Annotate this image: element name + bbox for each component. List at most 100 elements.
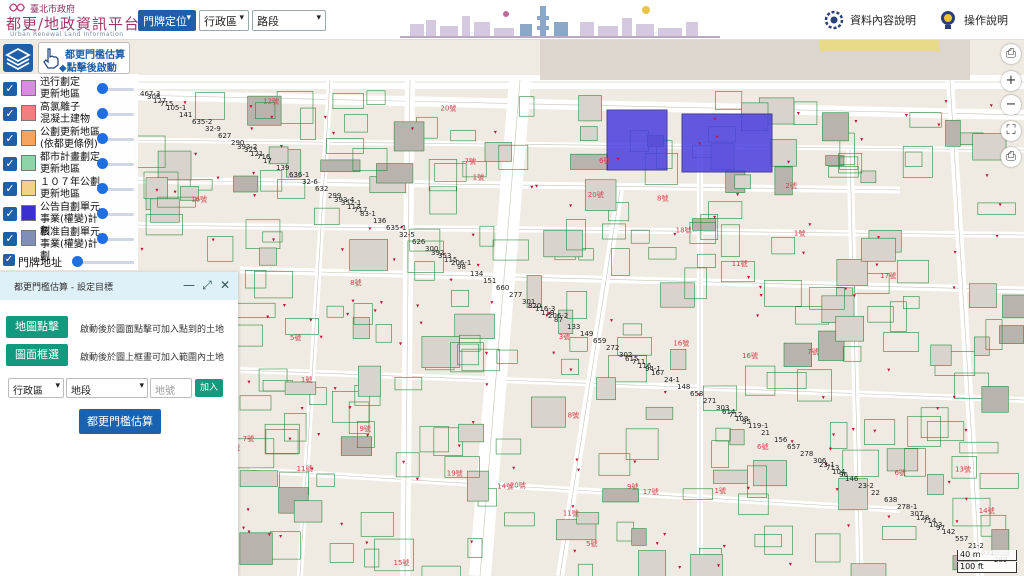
legend-opacity-handle[interactable] xyxy=(97,158,108,169)
road-select[interactable]: 路段 ▾ xyxy=(252,10,326,31)
parcel xyxy=(860,170,877,184)
parcel-label: 657 xyxy=(787,443,800,451)
door-opacity-handle[interactable] xyxy=(72,256,83,267)
house-number-label: 16號 xyxy=(742,351,758,360)
highlight-block xyxy=(681,113,773,173)
parcel xyxy=(596,377,616,401)
legend-checkbox[interactable]: ✓ xyxy=(3,207,17,221)
house-number-label: 16號 xyxy=(191,194,207,203)
print-icon[interactable]: ⎙ xyxy=(1001,44,1021,64)
parcel xyxy=(578,95,602,122)
legend-opacity-handle[interactable] xyxy=(97,108,108,119)
dialog-titlebar[interactable]: 都更門檻估算 - 設定目標 — ⤢ ✕ xyxy=(0,272,238,300)
parcel-label: 557 xyxy=(955,535,968,543)
legend-label: 高氯離子 混凝土建物 xyxy=(40,102,90,125)
layers-toggle-button[interactable] xyxy=(3,44,33,72)
parcel-label: 22 xyxy=(871,489,880,497)
map-click-button[interactable]: 地圖點擊 xyxy=(6,316,68,338)
legend-row[interactable]: ✓ 迅行劃定 更新地區 xyxy=(0,76,138,102)
parcel-label: 272 xyxy=(606,344,619,352)
legend-row[interactable]: ✓ 公劃更新地區 (依都更條例) xyxy=(0,126,138,152)
layer-legend: ✓ 迅行劃定 更新地區 ✓ 高氯離子 混凝土建物 ✓ 公劃更新地區 (依都更條例) ✓ 都市計畫劃定… xyxy=(0,74,138,270)
legend-opacity-handle[interactable] xyxy=(97,208,108,219)
scale-imperial: 100 ft xyxy=(957,562,1017,573)
threshold-estimate-trigger[interactable]: 都更門檻估算 ◆點擊後啟動 xyxy=(38,42,130,74)
parcel xyxy=(530,396,566,428)
door-opacity-track[interactable] xyxy=(74,261,134,264)
maximize-icon[interactable]: ⤢ xyxy=(201,279,213,291)
house-number-label: 6號 xyxy=(757,442,768,451)
house-number-label: 6號 xyxy=(599,156,610,165)
trigger-line2: ◆點擊後啟動 xyxy=(59,63,117,74)
house-number-label: 20號 xyxy=(588,190,604,199)
fullscreen-icon[interactable]: ⛶ xyxy=(1001,121,1021,141)
house-number-label: 16號 xyxy=(673,338,689,347)
highlight-block xyxy=(606,109,668,171)
district-select[interactable]: 行政區 ▾ xyxy=(199,10,249,31)
scale-bar: 40 m 100 ft xyxy=(957,550,1017,573)
legend-checkbox[interactable]: ✓ xyxy=(3,157,17,171)
legend-row[interactable]: ✓ 都市計畫劃定 更新地區 xyxy=(0,151,138,177)
parcel xyxy=(376,163,414,184)
legend-opacity-handle[interactable] xyxy=(97,233,108,244)
dialog-district-select[interactable]: 行政區 ▾ xyxy=(8,378,64,398)
legend-row[interactable]: ✓ １０７年公劃 更新地區 xyxy=(0,176,138,202)
house-number-label: 13號 xyxy=(955,465,971,474)
parcel xyxy=(945,119,961,147)
print-map-icon[interactable]: ⎙ xyxy=(1001,147,1021,167)
door-locate-select[interactable]: 門牌定位 ▾ xyxy=(138,10,196,31)
legend-opacity-handle[interactable] xyxy=(97,133,108,144)
house-number-label: 11號 xyxy=(563,508,579,517)
legend-checkbox[interactable]: ✓ xyxy=(3,132,17,146)
parcel-label: 141 xyxy=(179,111,192,119)
help-bulb-icon xyxy=(941,11,955,29)
parcel xyxy=(421,336,460,369)
house-number-label: 20號 xyxy=(510,481,526,490)
parcel-label: 307 xyxy=(910,510,923,518)
parcel-label: 277 xyxy=(509,291,522,299)
chevron-down-icon: ▾ xyxy=(139,381,144,391)
box-select-button[interactable]: 圖面框選 xyxy=(6,344,68,366)
dialog-section-select[interactable]: 地段 ▾ xyxy=(66,378,148,398)
data-info-link[interactable]: 資料內容說明 xyxy=(824,9,916,31)
house-number-label: 1號 xyxy=(794,229,805,238)
legend-row[interactable]: ✓ 高氯離子 混凝土建物 xyxy=(0,101,138,127)
parcel xyxy=(835,315,864,342)
door-address-layer-row[interactable]: ✓ 門牌地址 xyxy=(0,252,138,270)
parcel xyxy=(660,282,695,308)
legend-checkbox[interactable]: ✓ xyxy=(3,107,17,121)
add-parcel-button[interactable]: 加入 xyxy=(195,379,223,397)
parcel-label: 717 xyxy=(354,206,367,214)
parcel xyxy=(927,474,944,495)
parcel-label: 151 xyxy=(483,277,496,285)
house-number-label: 12號 xyxy=(263,96,279,105)
house-number-label: 1號 xyxy=(715,486,726,495)
parcel-label: 290 xyxy=(231,139,244,147)
parcel xyxy=(631,528,647,546)
legend-checkbox[interactable]: ✓ xyxy=(3,232,17,246)
minimize-icon[interactable]: — xyxy=(183,279,195,291)
legend-row[interactable]: ✓ 公告自劃單元 事業(權變)計劃 xyxy=(0,201,138,237)
parcel xyxy=(930,344,952,366)
legend-opacity-handle[interactable] xyxy=(97,183,108,194)
legend-checkbox[interactable]: ✓ xyxy=(3,182,17,196)
threshold-estimate-button[interactable]: 都更門檻估算 xyxy=(79,409,161,434)
zoom-in-button[interactable]: + xyxy=(1001,71,1021,91)
legend-row[interactable]: ✓ 核准自劃單元 事業(權變)計劃 xyxy=(0,226,138,262)
close-icon[interactable]: ✕ xyxy=(219,279,231,291)
parcel xyxy=(822,112,849,142)
help-link[interactable]: 操作說明 xyxy=(938,9,1008,31)
parcel-label: 299 xyxy=(328,192,341,200)
parcel-label: 626 xyxy=(412,238,426,246)
help-label: 操作說明 xyxy=(964,14,1008,27)
legend-checkbox[interactable]: ✓ xyxy=(3,82,17,96)
parcel xyxy=(1002,294,1024,319)
house-number-label: 20號 xyxy=(440,104,456,113)
door-address-checkbox[interactable]: ✓ xyxy=(3,254,15,266)
parcel-label: 21 xyxy=(761,429,770,437)
zoom-out-button[interactable]: − xyxy=(1001,95,1021,115)
site-logo[interactable]: 臺北市政府 都更/地政資訊平台 Urban Renewal Land Infor… xyxy=(4,2,139,38)
legend-opacity-handle[interactable] xyxy=(97,83,108,94)
parcel-number-input[interactable]: 地號 xyxy=(150,378,192,398)
parcel-label: 303 xyxy=(716,404,729,412)
